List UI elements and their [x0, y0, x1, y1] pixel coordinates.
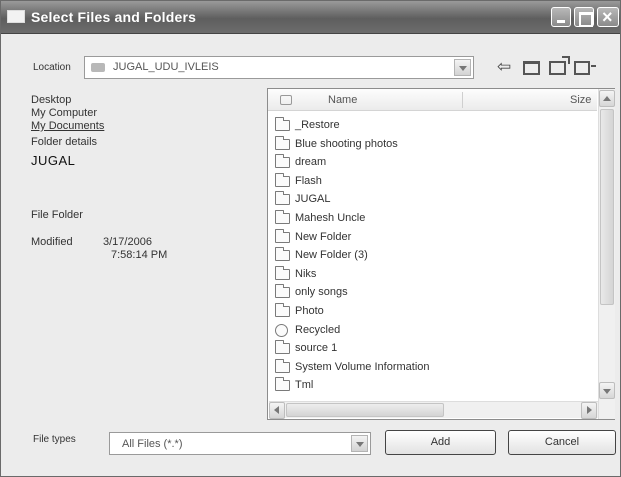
file-list-item[interactable]: JUGAL — [274, 190, 594, 209]
folder-icon — [275, 209, 290, 224]
my-computer-label: My Computer — [31, 107, 98, 119]
column-header: Name Size — [268, 89, 597, 111]
file-list-item[interactable]: only songs — [274, 283, 594, 302]
recycle-bin-icon — [275, 323, 288, 337]
up-folder-icon[interactable] — [523, 61, 540, 75]
folder-icon — [275, 117, 290, 131]
add-button[interactable]: Add — [385, 430, 496, 455]
name-column-header[interactable]: Name — [328, 94, 357, 106]
file-item-name: Flash — [295, 174, 322, 187]
location-value: JUGAL_UDU_IVLEIS — [113, 61, 219, 73]
scroll-right-button[interactable] — [581, 402, 597, 419]
maximize-button[interactable] — [574, 7, 594, 27]
location-dropdown-button[interactable] — [454, 59, 471, 76]
minimize-button[interactable] — [551, 7, 571, 27]
folder-name: JUGAL — [31, 153, 76, 168]
folder-type: File Folder — [31, 209, 83, 221]
desktop-label: Desktop — [31, 94, 72, 106]
horizontal-scrollbar[interactable] — [269, 401, 598, 419]
sort-icon — [280, 95, 292, 105]
column-divider[interactable] — [462, 92, 463, 108]
file-item-name: source 1 — [295, 342, 338, 355]
file-list-item[interactable]: New Folder — [274, 228, 594, 247]
file-item-name: Tml — [295, 379, 314, 392]
horizontal-scroll-thumb[interactable] — [286, 403, 444, 417]
file-item-name: New Folder — [295, 230, 352, 243]
window-icon — [7, 10, 25, 23]
file-types-combobox[interactable]: All Files (*.*) — [109, 432, 371, 455]
file-item-name: Blue shooting photos — [295, 137, 398, 150]
folder-icon — [275, 284, 290, 299]
scroll-down-button[interactable] — [599, 382, 615, 399]
folder-details-label: Folder details — [31, 136, 98, 148]
file-list-item[interactable]: New Folder (3) — [274, 246, 594, 265]
location-combobox[interactable]: JUGAL_UDU_IVLEIS — [84, 56, 474, 79]
file-list-item[interactable]: Flash — [274, 172, 594, 191]
window-title: Select Files and Folders — [31, 9, 197, 25]
vertical-scrollbar[interactable] — [598, 89, 615, 419]
folder-icon — [275, 340, 290, 355]
file-item-name: dream — [295, 156, 327, 169]
modified-label: Modified — [31, 236, 73, 248]
vertical-scroll-thumb[interactable] — [600, 109, 614, 305]
folder-icon — [275, 377, 290, 392]
select-files-dialog: Select Files and Folders Location JUGAL_… — [0, 0, 621, 477]
file-item-name: JUGAL — [295, 193, 331, 206]
modified-time: 7:58:14 PM — [111, 249, 168, 261]
folder-icon — [275, 191, 290, 206]
new-folder-icon[interactable] — [549, 56, 570, 75]
file-list-item[interactable]: _Restore — [274, 116, 594, 135]
modified-date: 3/17/2006 — [103, 236, 152, 248]
drive-icon — [91, 63, 105, 72]
scroll-up-button[interactable] — [599, 90, 615, 107]
file-types-value: All Files (*.*) — [122, 438, 183, 450]
file-item-name: Photo — [295, 304, 324, 317]
folder-icon — [275, 358, 290, 373]
folder-icon — [275, 172, 290, 187]
folder-icon — [275, 265, 290, 280]
title-bar[interactable]: Select Files and Folders — [1, 1, 620, 34]
folder-icon — [275, 247, 290, 262]
file-item-name: only songs — [295, 286, 348, 299]
folder-info-panel: Desktop My Computer My Documents Folder … — [31, 94, 261, 414]
file-item-name: Recycled — [295, 323, 341, 336]
folder-icon — [275, 302, 290, 317]
size-column-header[interactable]: Size — [570, 94, 591, 106]
folder-icon — [275, 135, 290, 150]
file-list-pane[interactable]: Name Size _Restore Blue shooting photos dr… — [267, 88, 615, 420]
file-list-item[interactable]: Photo — [274, 302, 594, 321]
my-documents-link[interactable]: My Documents — [31, 120, 104, 132]
back-arrow-icon[interactable]: ⇦ — [497, 58, 511, 76]
file-item-name: Mahesh Uncle — [295, 211, 366, 224]
file-list: _Restore Blue shooting photos dream Flash JU… — [274, 116, 594, 399]
view-menu-icon[interactable] — [574, 61, 596, 75]
close-button[interactable] — [597, 7, 619, 28]
file-item-name: System Volume Information — [295, 360, 430, 373]
folder-icon — [275, 154, 290, 169]
file-item-name: New Folder (3) — [295, 249, 368, 262]
file-list-item[interactable]: Niks — [274, 265, 594, 284]
folder-icon — [275, 228, 290, 243]
file-types-dropdown-button[interactable] — [351, 435, 368, 452]
location-label: Location — [33, 62, 71, 73]
file-types-label: File types — [33, 434, 76, 445]
cancel-button[interactable]: Cancel — [508, 430, 616, 455]
file-item-name: _Restore — [295, 119, 340, 131]
file-list-item[interactable]: Blue shooting photos — [274, 135, 594, 154]
file-list-item[interactable]: System Volume Information — [274, 358, 594, 377]
file-list-item[interactable]: Tml — [274, 376, 594, 395]
file-item-name: Niks — [295, 267, 317, 280]
file-list-item[interactable]: Mahesh Uncle — [274, 209, 594, 228]
file-list-item[interactable]: dream — [274, 153, 594, 172]
scroll-left-button[interactable] — [269, 402, 285, 419]
file-list-item[interactable]: source 1 — [274, 339, 594, 358]
file-list-item[interactable]: Recycled — [274, 321, 594, 340]
